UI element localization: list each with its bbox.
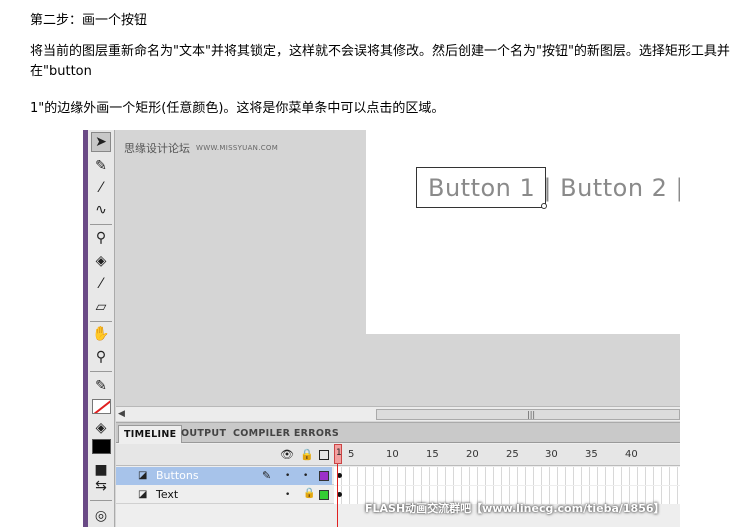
watermark-url: WWW.MISSYUAN.COM (196, 144, 279, 152)
bone-tool-icon[interactable]: ⚲ (91, 228, 111, 248)
playhead-line (337, 464, 338, 527)
zoom-tool-icon[interactable]: ⚲ (91, 347, 111, 367)
visibility-dot-icon[interactable]: • (285, 490, 290, 500)
pencil-icon: ✎ (262, 469, 272, 482)
brush-tool-icon[interactable]: ⁄ (91, 178, 111, 198)
frame-number: 35 (585, 449, 598, 460)
layer-icon: ◪ (138, 470, 148, 481)
selection-tool-icon[interactable]: ➤ (91, 132, 111, 152)
snap-to-objects-icon[interactable]: ◎ (91, 506, 111, 526)
stage-horizontal-scrollbar[interactable]: ◀ ||| (116, 406, 680, 421)
playhead[interactable]: 1 (334, 444, 342, 527)
paint-bucket-tool-icon[interactable]: ◈ (91, 251, 111, 271)
fill-color-swatch[interactable] (92, 439, 111, 454)
stroke-color-icon[interactable]: ✎ (91, 376, 111, 396)
lock-dot-icon[interactable]: • (303, 471, 308, 481)
frame-number: 5 (348, 449, 355, 460)
footer-watermark: FLASH动画交流群吧【www.linecg.com/tieba/1856】 (365, 502, 665, 515)
swap-colors-icon[interactable]: ⇆ (91, 476, 111, 496)
frame-ruler[interactable]: 5 10 15 20 25 30 35 40 (334, 444, 680, 466)
tools-panel: ➤ ✎ ⁄ ∿ ⚲ ◈ ⁄ ▱ ✋ ⚲ ✎ ◈ ■ ⇆ ◎ (88, 130, 115, 527)
tab-output[interactable]: OUTPUT (176, 425, 231, 443)
frame-number: 15 (426, 449, 439, 460)
frame-number: 40 (625, 449, 638, 460)
stage-workspace[interactable]: 思缘设计论坛 WWW.MISSYUAN.COM Button 1 | Butto… (116, 130, 680, 406)
layer-outline-color[interactable] (319, 490, 329, 500)
frame-number: 25 (506, 449, 519, 460)
panel-tabs: TIMELINE OUTPUT COMPILER ERRORS (116, 423, 680, 443)
visibility-dot-icon[interactable]: • (285, 471, 290, 481)
scrollbar-grip-icon: ||| (527, 410, 536, 419)
rectangle-corner-handle[interactable] (541, 203, 547, 209)
layer-controls[interactable]: ◪ Text • 🔒 (116, 486, 332, 504)
lock-icon[interactable]: 🔒 (303, 488, 315, 499)
flash-screenshot: ➤ ✎ ⁄ ∿ ⚲ ◈ ⁄ ▱ ✋ ⚲ ✎ ◈ ■ ⇆ ◎ 思缘设计论坛 WWW… (83, 130, 680, 527)
lasso-tool-icon[interactable]: ∿ (91, 200, 111, 220)
layer-name[interactable]: Text (156, 488, 178, 501)
forum-watermark: 思缘设计论坛 WWW.MISSYUAN.COM (124, 140, 278, 156)
stage-canvas[interactable] (366, 130, 680, 334)
hand-tool-icon[interactable]: ✋ (91, 324, 111, 344)
layer-icon: ◪ (138, 489, 148, 500)
frame-number: 10 (386, 449, 399, 460)
current-frame-number: 1 (336, 448, 342, 458)
frame-number: 20 (466, 449, 479, 460)
playhead-marker[interactable]: 1 (334, 444, 342, 464)
step-title: 第二步：画一个按钮 (30, 13, 148, 28)
drawn-rectangle[interactable] (416, 167, 546, 208)
scroll-left-arrow-icon[interactable]: ◀ (118, 407, 125, 421)
eraser-tool-icon[interactable]: ▱ (91, 297, 111, 317)
layer-outline-color[interactable] (319, 471, 329, 481)
frame-number: 30 (545, 449, 558, 460)
tab-compiler-errors[interactable]: COMPILER ERRORS (228, 425, 344, 443)
outline-icon[interactable] (319, 450, 329, 460)
instruction-paragraph-1: 将当前的图层重新命名为"文本"并将其锁定，这样就不会误将其修改。然后创建一个名为… (30, 44, 730, 79)
layer-frames[interactable] (334, 467, 680, 485)
tool-separator (90, 224, 112, 225)
stroke-color-swatch[interactable] (92, 399, 111, 414)
lock-icon[interactable]: 🔒 (300, 449, 314, 461)
instruction-paragraph-2: 1"的边缘外画一个矩形(任意颜色)。这将是你菜单条中可以点击的区域。 (30, 101, 445, 116)
eyedropper-tool-icon[interactable]: ⁄ (91, 274, 111, 294)
eye-icon[interactable]: 👁 (280, 449, 294, 461)
tab-timeline[interactable]: TIMELINE (118, 425, 183, 443)
fill-color-icon[interactable]: ◈ (91, 418, 111, 438)
tool-separator (90, 500, 112, 501)
layer-controls[interactable]: ◪ Buttons ✎ • • (116, 467, 332, 485)
scrollbar-thumb[interactable]: ||| (376, 409, 680, 420)
pencil-tool-icon[interactable]: ✎ (91, 156, 111, 176)
layer-name[interactable]: Buttons (156, 469, 199, 482)
layer-row-buttons[interactable]: ◪ Buttons ✎ • • (116, 467, 680, 485)
tool-separator (90, 321, 112, 322)
watermark-text: 思缘设计论坛 (124, 142, 190, 155)
tool-separator (90, 371, 112, 372)
